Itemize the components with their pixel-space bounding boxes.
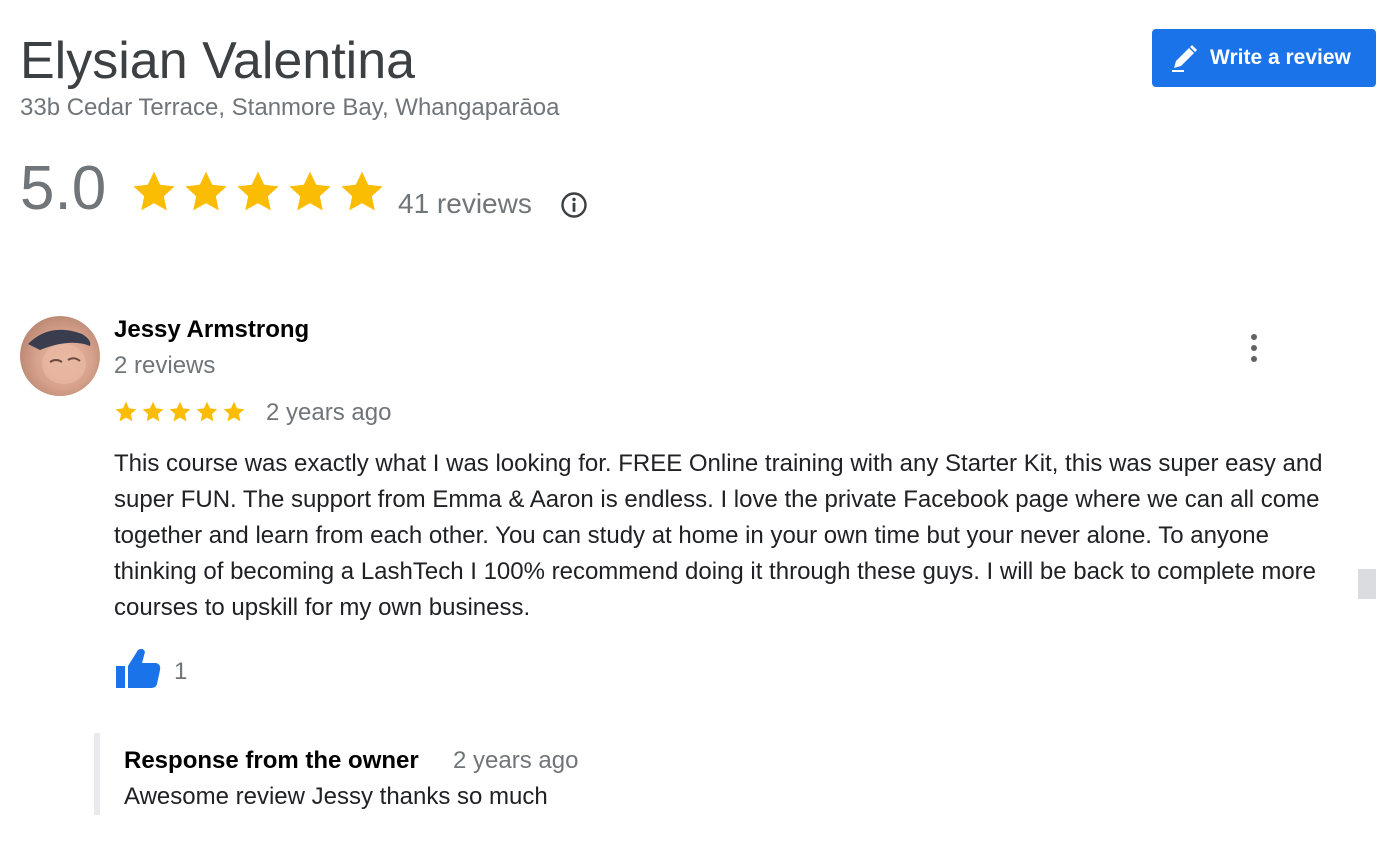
star-icon	[169, 401, 191, 422]
thumbs-up-icon[interactable]	[114, 646, 162, 690]
more-options-button[interactable]	[1238, 330, 1270, 366]
star-icon	[115, 401, 137, 422]
star-icon	[223, 401, 245, 422]
owner-response-title: Response from the owner	[124, 747, 419, 774]
total-review-count: 41 reviews	[398, 188, 532, 219]
dot	[1251, 356, 1257, 362]
owner-response-text: Awesome review Jessy thanks so much	[124, 783, 548, 810]
dot	[1251, 345, 1257, 351]
star-icon	[341, 171, 383, 211]
reviewer-avatar[interactable]	[20, 316, 100, 396]
dot	[1251, 334, 1257, 340]
star-icon	[237, 171, 279, 211]
like-count: 1	[174, 658, 188, 685]
business-address: 33b Cedar Terrace, Stanmore Bay, Whangap…	[20, 94, 560, 121]
write-review-label: Write a review	[1210, 46, 1351, 69]
info-icon[interactable]	[559, 190, 589, 220]
owner-response-time: 2 years ago	[453, 747, 579, 774]
star-icon	[196, 401, 218, 422]
star-icon	[289, 171, 331, 211]
average-star-rating	[130, 168, 386, 216]
review-time: 2 years ago	[266, 399, 392, 426]
business-name: Elysian Valentina	[20, 32, 416, 90]
reviewer-name[interactable]: Jessy Armstrong	[114, 316, 309, 344]
scrollbar-thumb[interactable]	[1358, 569, 1376, 599]
average-rating: 5.0	[20, 154, 107, 223]
reviewer-review-count: 2 reviews	[114, 352, 216, 379]
owner-response-bar	[94, 733, 100, 815]
star-icon	[133, 171, 175, 211]
pencil-icon	[1168, 42, 1200, 74]
star-icon	[185, 171, 227, 211]
star-icon	[142, 401, 164, 422]
review-text: This course was exactly what I was looki…	[114, 450, 1323, 621]
review-star-rating	[114, 400, 246, 424]
write-review-button[interactable]: Write a review	[1152, 29, 1376, 87]
